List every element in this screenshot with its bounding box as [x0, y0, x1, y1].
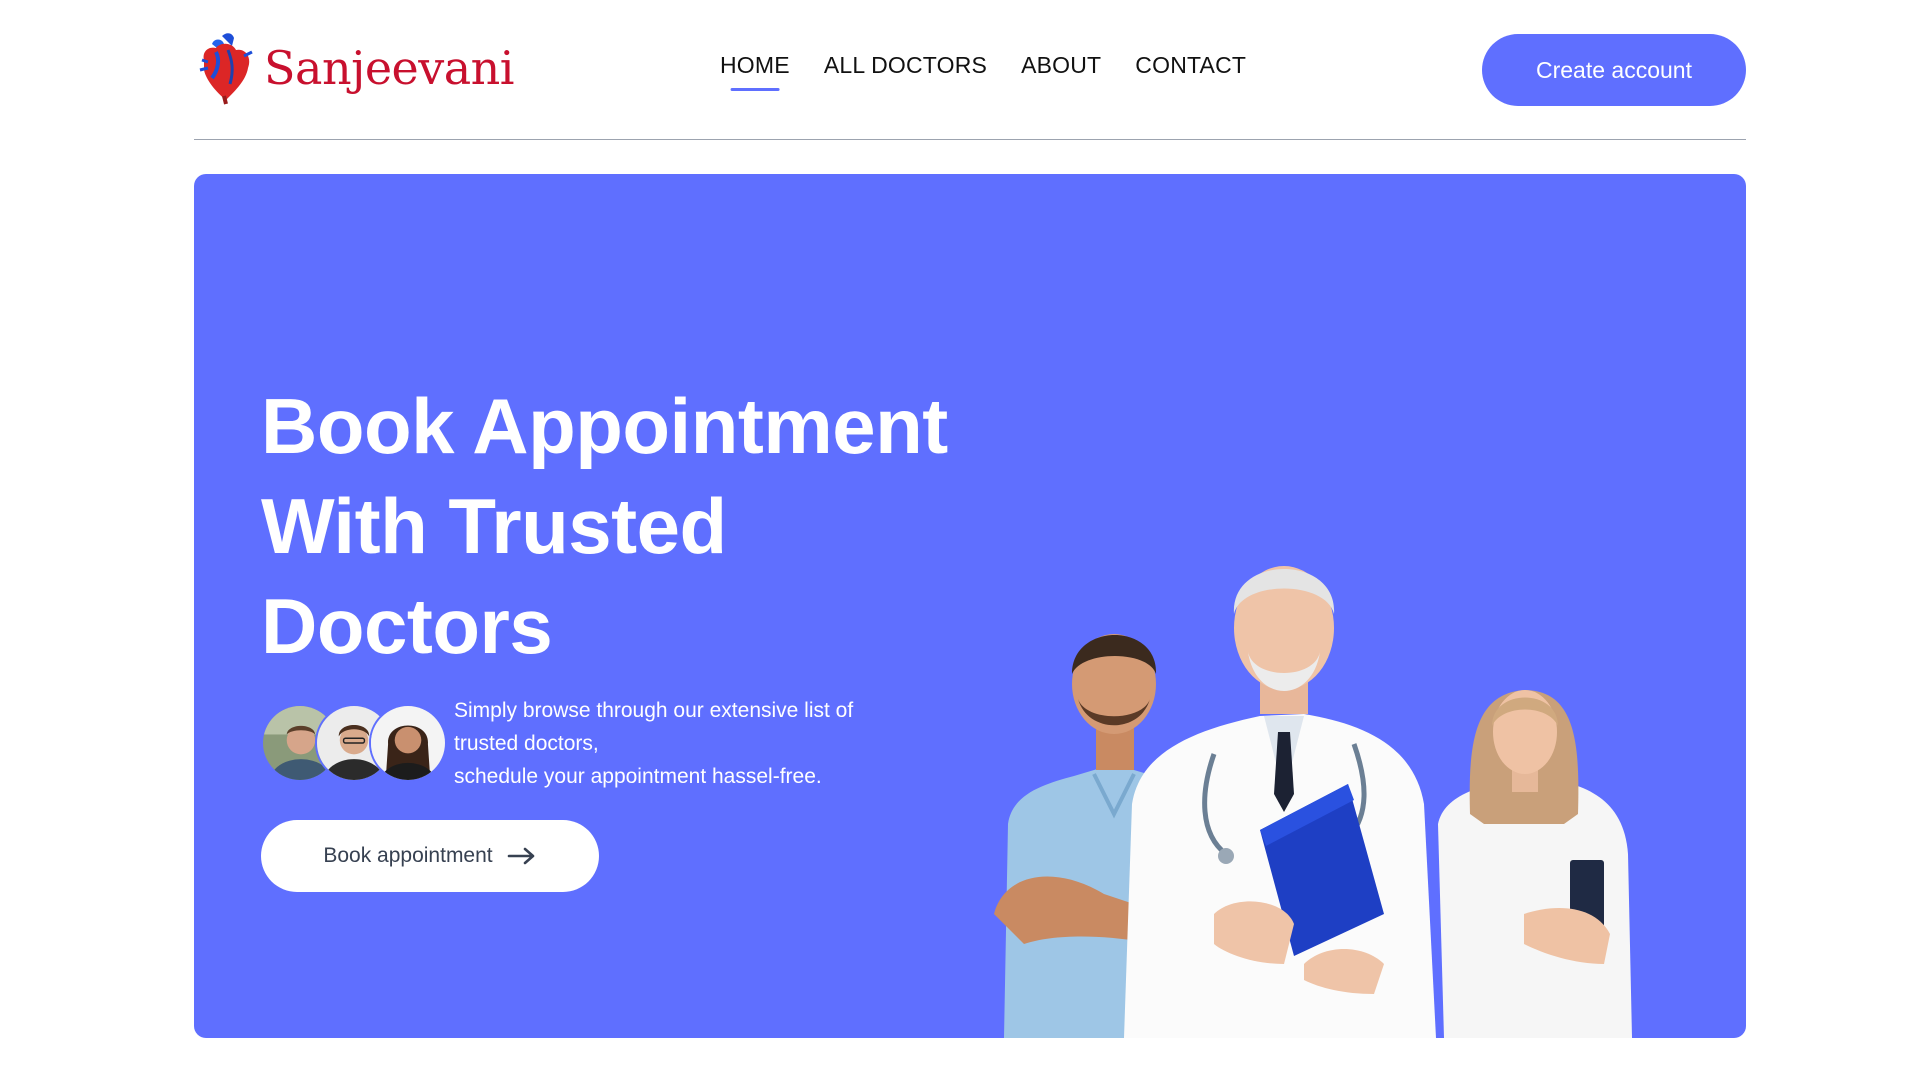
book-appointment-button[interactable]: Book appointment	[261, 820, 599, 892]
hero-description: Simply browse through our extensive list…	[454, 694, 914, 793]
hero-title-line: Doctors	[261, 582, 553, 670]
hero-title-line: Book Appointment	[261, 382, 948, 470]
brand-name: Sanjeevani	[264, 41, 515, 95]
logo[interactable]: Sanjeevani	[198, 30, 515, 106]
doctors-group-image	[994, 566, 1632, 1038]
page: Sanjeevani HOME ALL DOCTORS ABOUT CONTAC…	[0, 0, 1919, 1068]
navbar: Sanjeevani HOME ALL DOCTORS ABOUT CONTAC…	[194, 0, 1746, 140]
create-account-button[interactable]: Create account	[1482, 34, 1746, 106]
hero-title: Book Appointment With Trusted Doctors	[261, 376, 1021, 676]
main-nav: HOME ALL DOCTORS ABOUT CONTACT	[720, 52, 1246, 79]
heart-logo-icon	[199, 33, 253, 105]
nav-all-doctors[interactable]: ALL DOCTORS	[824, 52, 987, 79]
arrow-right-icon	[507, 847, 534, 865]
hero-title-line: With Trusted	[261, 482, 727, 570]
avatar	[369, 704, 447, 782]
hero-banner: Book Appointment With Trusted Doctors Si…	[194, 174, 1746, 1038]
nav-home[interactable]: HOME	[720, 52, 790, 79]
doctor-woman-figure	[1438, 690, 1632, 1038]
doctor-senior-figure	[1124, 566, 1436, 1038]
book-appointment-label: Book appointment	[323, 844, 493, 867]
nav-contact[interactable]: CONTACT	[1135, 52, 1246, 79]
hero-description-line: schedule your appointment hassel-free.	[454, 765, 822, 788]
nav-about[interactable]: ABOUT	[1021, 52, 1101, 79]
patient-avatars	[261, 704, 447, 782]
hero-description-line: trusted doctors,	[454, 732, 599, 755]
hero-description-line: Simply browse through our extensive list…	[454, 699, 854, 722]
